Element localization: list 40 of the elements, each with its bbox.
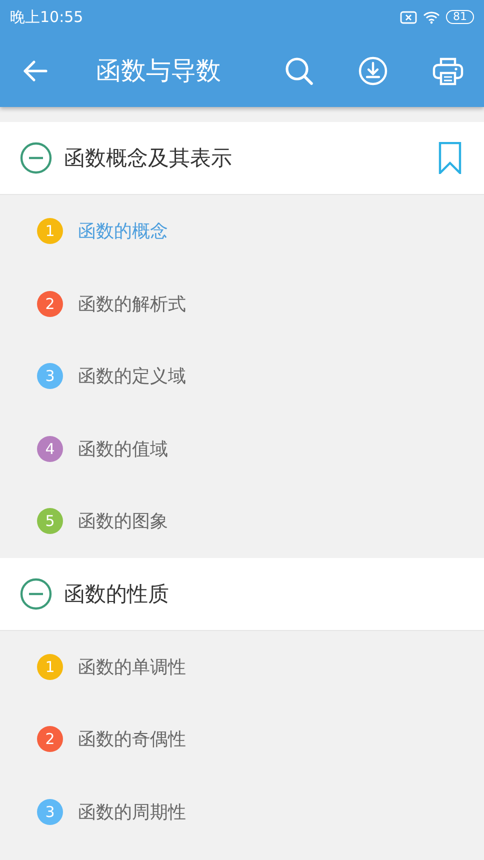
number-badge: 5 (37, 508, 63, 534)
lesson-item[interactable]: 1 函数的概念 (0, 195, 484, 268)
number-badge: 2 (37, 726, 63, 752)
lesson-item[interactable]: 5 函数的图象 (0, 485, 484, 558)
print-button[interactable] (432, 56, 464, 86)
section-header[interactable]: 函数概念及其表示 (0, 122, 484, 195)
battery-level: 81 (446, 10, 474, 24)
number-badge: 3 (37, 363, 63, 390)
lesson-item[interactable]: 4 函数的值域 (0, 412, 484, 485)
lesson-title: 函数的定义域 (78, 365, 186, 388)
lesson-title: 函数的概念 (78, 220, 168, 244)
lesson-item[interactable]: 2 函数的奇偶性 (0, 703, 484, 776)
number-badge: 2 (37, 290, 63, 317)
wifi-icon (423, 10, 440, 24)
collapse-icon[interactable] (20, 142, 52, 174)
number-badge: 3 (37, 798, 63, 825)
page-title: 函数与导数 (96, 55, 221, 87)
lesson-item[interactable]: 3 函数的周期性 (0, 776, 484, 848)
lesson-item[interactable]: 1 函数的单调性 (0, 630, 484, 703)
status-time: 晚上10:55 (10, 8, 84, 26)
lesson-title: 函数的奇偶性 (78, 728, 186, 752)
lesson-item[interactable]: 3 函数的定义域 (0, 340, 484, 412)
section-header[interactable]: 函数的性质 (0, 558, 484, 630)
number-badge: 4 (37, 436, 63, 462)
lesson-item[interactable]: 2 函数的解析式 (0, 268, 484, 340)
search-button[interactable] (284, 56, 314, 86)
section-title: 函数的性质 (64, 580, 169, 608)
lesson-title: 函数的值域 (78, 438, 168, 461)
back-button[interactable] (22, 60, 48, 82)
lesson-title: 函数的图象 (78, 510, 168, 534)
section-title: 函数概念及其表示 (64, 145, 232, 172)
download-button[interactable] (358, 56, 388, 86)
bookmark-icon[interactable] (438, 142, 462, 174)
collapse-icon[interactable] (20, 578, 52, 610)
lesson-title: 函数的周期性 (78, 800, 186, 824)
lesson-title: 函数的单调性 (78, 656, 186, 679)
no-sim-icon (400, 10, 417, 24)
number-badge: 1 (37, 654, 63, 680)
number-badge: 1 (37, 218, 63, 244)
lesson-title: 函数的解析式 (78, 292, 186, 316)
